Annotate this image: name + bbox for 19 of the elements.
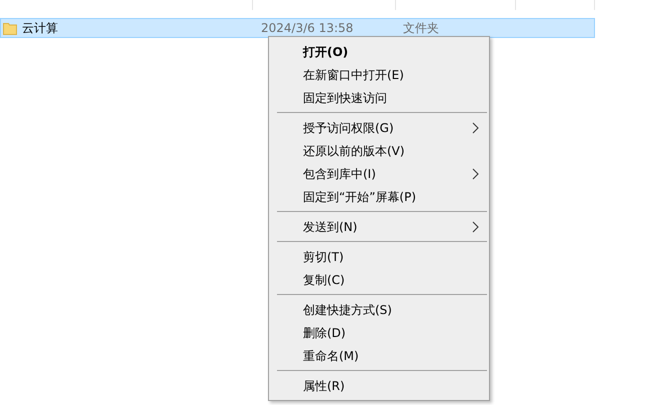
menu-item[interactable]: 固定到“开始”屏幕(P) bbox=[303, 188, 416, 206]
folder-icon bbox=[3, 22, 17, 34]
file-type: 文件夹 bbox=[403, 21, 439, 35]
menu-item[interactable]: 删除(D) bbox=[303, 324, 346, 342]
menu-item[interactable]: 授予访问权限(G) bbox=[303, 118, 394, 136]
modified-date: 2024/3/6 13:58 bbox=[261, 21, 354, 35]
menu-item[interactable]: 剪切(T) bbox=[303, 248, 344, 266]
menu-item[interactable]: 还原以前的版本(V) bbox=[303, 142, 405, 160]
menu-item[interactable]: 重命名(M) bbox=[303, 346, 359, 364]
menu-item[interactable]: 复制(C) bbox=[303, 270, 345, 288]
menu-item[interactable]: 固定到快速访问 bbox=[303, 88, 387, 106]
menu-item[interactable]: 打开(O) bbox=[303, 42, 348, 60]
file-name: 云计算 bbox=[22, 20, 58, 37]
menu-item[interactable]: 创建快捷方式(S) bbox=[303, 300, 392, 318]
menu-item[interactable]: 包含到库中(I) bbox=[303, 164, 376, 182]
menu-item[interactable]: 在新窗口中打开(E) bbox=[303, 66, 404, 84]
menu-item[interactable]: 属性(R) bbox=[303, 376, 345, 394]
file-row[interactable]: 云计算 2024/3/6 13:58 文件夹 bbox=[0, 18, 595, 38]
menu-item[interactable]: 发送到(N) bbox=[303, 218, 358, 236]
